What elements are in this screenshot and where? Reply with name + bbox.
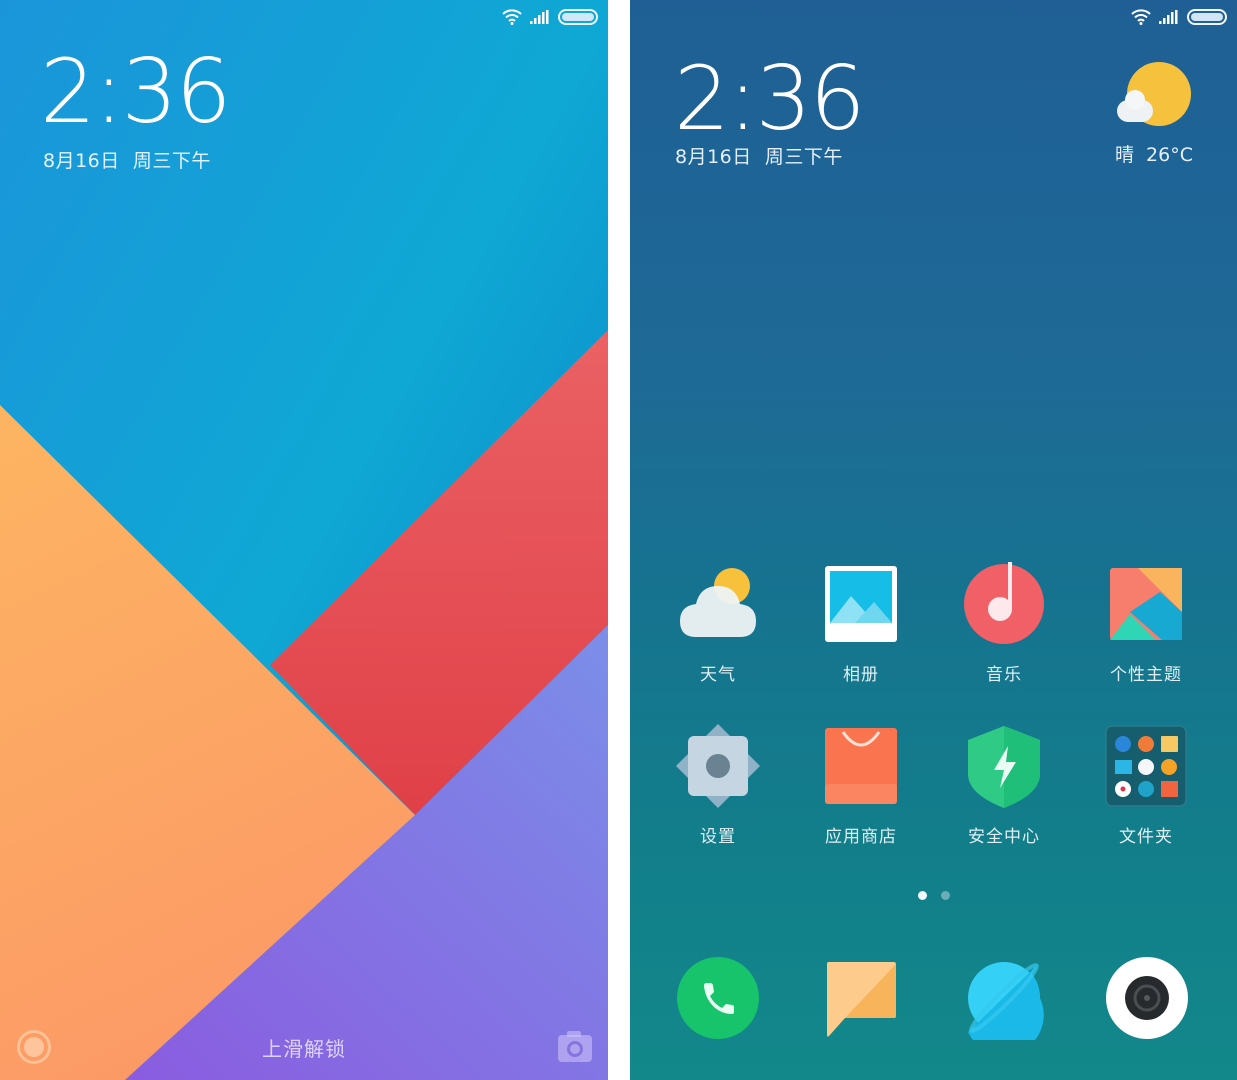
weather-icon [676, 562, 760, 646]
phone-icon [677, 957, 759, 1039]
app-settings[interactable]: 设置 [653, 724, 783, 847]
wifi-icon [1131, 9, 1151, 25]
app-label: 个性主题 [1110, 665, 1182, 685]
weather-temperature: 26°C [1146, 144, 1193, 166]
home-date: 8月16日 周三下午 [675, 146, 843, 168]
dock-browser[interactable] [962, 956, 1046, 1055]
app-label: 设置 [700, 827, 736, 847]
cloud-icon [1117, 90, 1153, 122]
signal-icon [1159, 10, 1179, 24]
app-label: 天气 [700, 665, 736, 685]
app-label: 安全中心 [968, 827, 1040, 847]
page-dot-1[interactable] [917, 891, 927, 900]
battery-icon [1187, 9, 1227, 25]
status-bar [502, 6, 598, 28]
app-security[interactable]: 安全中心 [939, 724, 1069, 847]
weather-condition: 晴 [1114, 144, 1134, 166]
app-store-icon [819, 724, 903, 808]
folder-icon [1104, 724, 1188, 808]
lock-clock: 2:36 [40, 40, 232, 143]
status-bar [1131, 6, 1227, 28]
page-dot-2[interactable] [940, 891, 950, 900]
home-screen: 2:36 8月16日 周三下午 晴 26°C 天气 相册 音乐 个性主题 设置 … [630, 0, 1237, 1080]
signal-icon [530, 10, 550, 24]
app-label: 文件夹 [1119, 827, 1173, 847]
app-label: 相册 [843, 665, 879, 685]
app-label: 音乐 [986, 665, 1022, 685]
app-store[interactable]: 应用商店 [796, 724, 926, 847]
app-gallery[interactable]: 相册 [796, 562, 926, 685]
home-clock[interactable]: 2:36 [674, 55, 866, 143]
music-icon [962, 562, 1046, 646]
app-themes[interactable]: 个性主题 [1081, 562, 1211, 685]
messages-icon [827, 962, 896, 1037]
app-folder[interactable]: 文件夹 [1081, 724, 1211, 847]
dock-phone[interactable] [676, 956, 760, 1040]
app-music[interactable]: 音乐 [939, 562, 1069, 685]
dock-messages[interactable] [819, 956, 903, 1040]
camera-icon [1106, 957, 1188, 1039]
dock-camera[interactable] [1105, 956, 1189, 1040]
page-indicator [630, 891, 1237, 900]
security-icon [962, 724, 1046, 808]
lock-date: 8月16日 周三下午 [43, 150, 211, 172]
settings-icon [676, 724, 760, 808]
browser-icon [968, 962, 1044, 1055]
themes-icon [1104, 562, 1188, 646]
app-weather[interactable]: 天气 [653, 562, 783, 685]
unlock-hint[interactable]: 上滑解锁 [0, 1033, 608, 1062]
app-label: 应用商店 [825, 827, 897, 847]
camera-icon[interactable] [558, 1031, 592, 1062]
gallery-icon [819, 562, 903, 646]
wifi-icon [502, 9, 522, 25]
battery-icon [558, 9, 598, 25]
lock-screen: 2:36 8月16日 周三下午 上滑解锁 [0, 0, 608, 1080]
